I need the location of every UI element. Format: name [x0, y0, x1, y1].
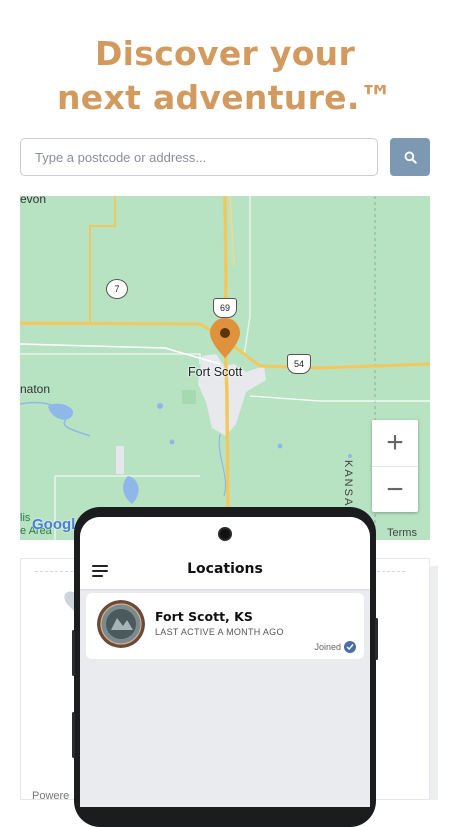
location-status: Joined [314, 641, 356, 653]
route-shield-69-label: 69 [219, 303, 230, 313]
app-bar: Locations [80, 517, 370, 589]
headline-line-1: Discover your [94, 34, 356, 73]
headline-line-2: next adventure.™ [57, 78, 393, 117]
zoom-out-button[interactable]: − [372, 467, 418, 513]
map-label-left: naton [20, 382, 51, 396]
map-zoom-controls: + − [372, 420, 418, 512]
location-name: Fort Scott, KS [155, 609, 253, 624]
route-shield-7: 7 [106, 279, 128, 299]
phone-side-button-3 [375, 618, 378, 660]
powered-by-text: Powere [32, 790, 70, 802]
phone-side-button-1 [72, 630, 75, 676]
front-camera-icon [218, 527, 232, 541]
map-label-bottom-left-1: lis [20, 512, 31, 524]
map-terms-link[interactable]: Terms [387, 527, 417, 539]
map-label-top-left: evon [20, 196, 47, 206]
search-input[interactable] [20, 138, 378, 176]
location-last-active: LAST ACTIVE A MONTH AGO [155, 627, 284, 637]
map[interactable]: 7 69 54 evon naton Fort Scott KANSAS lis… [20, 196, 430, 540]
route-shield-54: 54 [287, 354, 311, 374]
search-bar [20, 138, 430, 178]
route-shield-54-label: 54 [293, 359, 304, 369]
panel-shadow-strip [430, 566, 438, 800]
location-badge-avatar [97, 600, 145, 648]
phone-side-button-2 [72, 712, 75, 758]
check-icon [344, 641, 356, 653]
phone-screen: Locations Fort Scott, KS LAST ACTIVE A M… [80, 517, 370, 807]
map-label-city: Fort Scott [188, 365, 243, 379]
route-shield-69: 69 [213, 298, 237, 318]
screen-title: Locations [187, 561, 263, 577]
search-icon [404, 151, 417, 164]
map-pin-icon[interactable] [210, 318, 240, 358]
search-button[interactable] [390, 138, 430, 176]
zoom-in-button[interactable]: + [372, 420, 418, 467]
headline: Discover your next adventure.™ [0, 32, 450, 120]
location-status-label: Joined [314, 642, 341, 652]
location-card[interactable]: Fort Scott, KS LAST ACTIVE A MONTH AGO J… [86, 593, 364, 659]
route-shield-7-label: 7 [114, 284, 120, 294]
